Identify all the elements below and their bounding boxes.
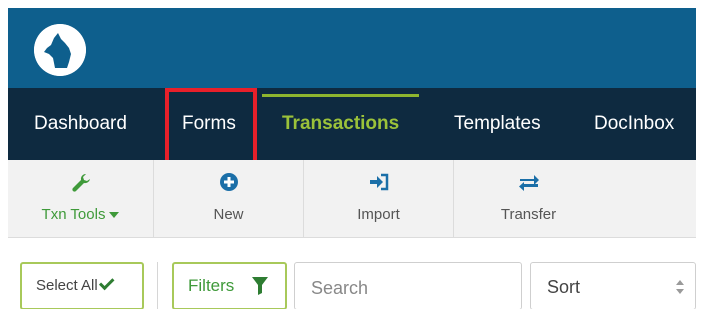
filters-button[interactable]: Filters (172, 262, 287, 309)
caret-down-icon (109, 212, 120, 219)
transfer-label: Transfer (500, 206, 557, 223)
txn-tools-dropdown[interactable]: Txn Tools (8, 160, 153, 238)
transaction-toolbar: Txn Tools New Import Transfer (8, 160, 696, 238)
import-button[interactable]: Import (303, 160, 453, 238)
forms-highlight-annotation (165, 88, 257, 164)
sort-label: Sort (547, 277, 581, 297)
transfer-button[interactable]: Transfer (453, 160, 603, 238)
nav-dashboard[interactable]: Dashboard (34, 88, 127, 160)
select-all-label: Select All (36, 277, 98, 294)
filters-label: Filters (188, 276, 235, 295)
filter-divider (157, 262, 158, 309)
filter-bar: Select All Filters Sort (8, 238, 696, 309)
check-icon (98, 274, 115, 291)
sort-select[interactable]: Sort (530, 262, 696, 309)
sign-in-icon (369, 173, 388, 191)
nav-docinbox[interactable]: DocInbox (594, 88, 674, 160)
funnel-icon (252, 277, 268, 295)
app-frame: Dashboard Forms Transactions Templates D… (0, 0, 704, 309)
wrench-icon (71, 174, 90, 192)
nav-transactions[interactable]: Transactions (261, 88, 420, 160)
exchange-arrows-icon (518, 175, 539, 191)
main-nav: Dashboard Forms Transactions Templates D… (8, 88, 696, 160)
brand-header (8, 8, 696, 88)
select-all-button[interactable]: Select All (20, 262, 144, 309)
search-input[interactable] (294, 262, 522, 309)
new-button[interactable]: New (153, 160, 303, 238)
plus-circle-icon (219, 173, 238, 191)
new-label: New (213, 206, 244, 223)
sort-updown-icon (676, 280, 684, 294)
import-label: Import (357, 206, 400, 223)
nav-templates[interactable]: Templates (454, 88, 541, 160)
wolf-logo-icon[interactable] (34, 24, 86, 76)
txn-tools-label: Txn Tools (41, 206, 106, 223)
